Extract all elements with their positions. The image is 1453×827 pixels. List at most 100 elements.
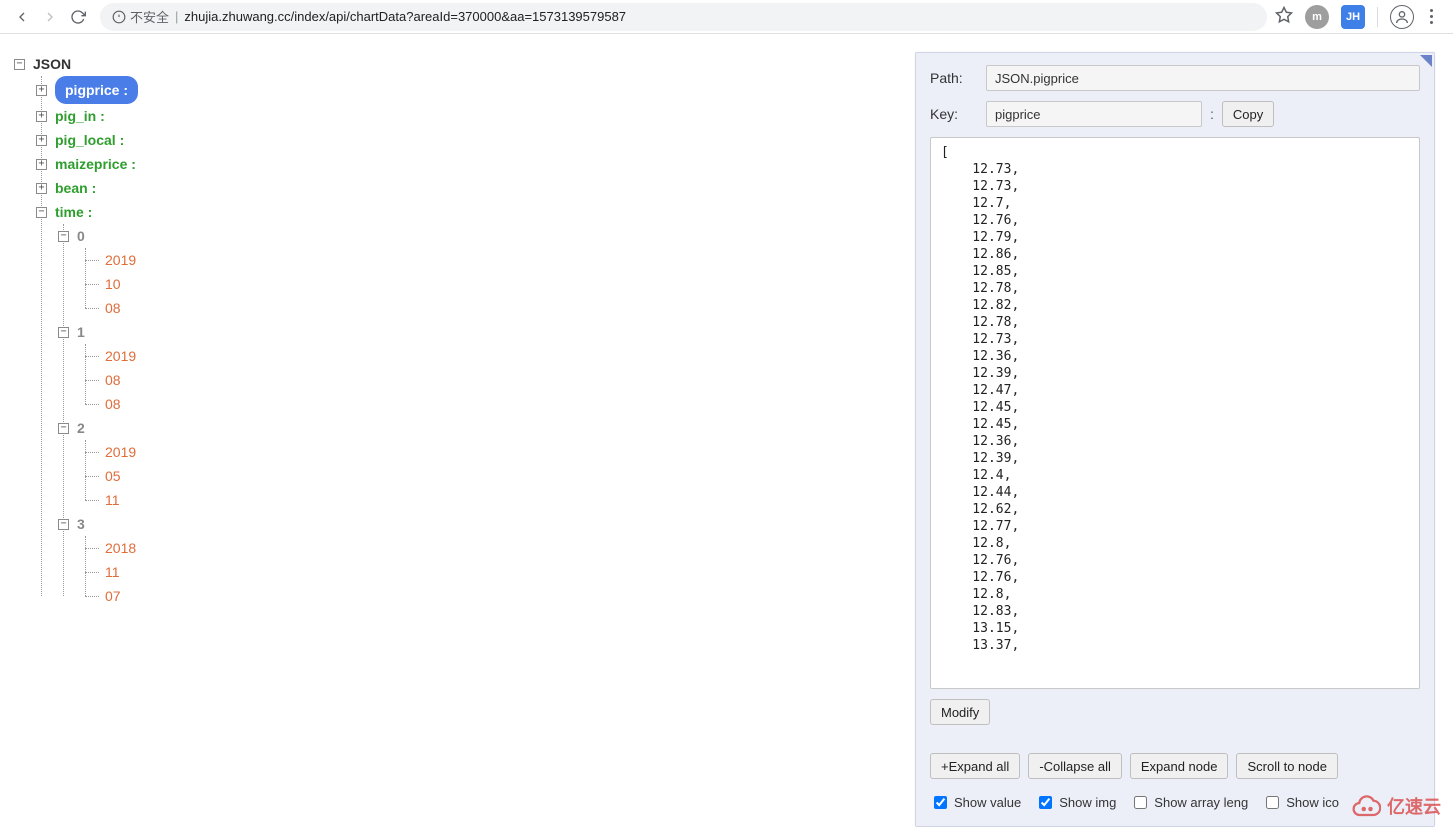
tree-leaf[interactable]: 2019: [80, 344, 901, 368]
tree-leaf[interactable]: 10: [80, 272, 901, 296]
show-array-len-checkbox[interactable]: Show array leng: [1130, 793, 1248, 812]
path-label: Path:: [930, 70, 986, 86]
nav-forward-button[interactable]: [36, 3, 64, 31]
tree-index: 3: [77, 512, 85, 536]
insecure-label: 不安全: [130, 7, 169, 26]
tree-key: maizeprice :: [55, 152, 136, 176]
copy-button[interactable]: Copy: [1222, 101, 1274, 127]
collapse-toggle-icon[interactable]: −: [58, 423, 69, 434]
tree-array-item[interactable]: −1: [58, 320, 901, 344]
tree-leaf[interactable]: 07: [80, 584, 901, 608]
collapse-toggle-icon[interactable]: −: [58, 231, 69, 242]
workspace: − JSON + pigprice : + pig_in : + pig_loc…: [0, 34, 1453, 827]
json-tree: − JSON + pigprice : + pig_in : + pig_loc…: [14, 52, 901, 608]
tree-value: 08: [105, 296, 121, 320]
tree-leaf[interactable]: 2019: [80, 440, 901, 464]
tree-leaf[interactable]: 2019: [80, 248, 901, 272]
url-text: zhujia.zhuwang.cc/index/api/chartData?ar…: [184, 9, 626, 24]
expand-node-button[interactable]: Expand node: [1130, 753, 1229, 779]
tree-connector-icon: [85, 476, 99, 477]
tree-connector-icon: [85, 452, 99, 453]
expand-toggle-icon[interactable]: +: [36, 183, 47, 194]
extension-jh-icon[interactable]: JH: [1341, 5, 1365, 29]
collapse-toggle-icon[interactable]: −: [58, 519, 69, 530]
collapse-all-button[interactable]: -Collapse all: [1028, 753, 1122, 779]
show-value-checkbox[interactable]: Show value: [930, 793, 1021, 812]
tree-connector-icon: [85, 404, 99, 405]
tree-connector-icon: [85, 596, 99, 597]
value-textarea[interactable]: [930, 137, 1420, 689]
nav-reload-button[interactable]: [64, 3, 92, 31]
watermark-text: 亿速云: [1387, 793, 1441, 819]
modify-button[interactable]: Modify: [930, 699, 990, 725]
tree-array-item[interactable]: −0: [58, 224, 901, 248]
tree-array-item[interactable]: −2: [58, 416, 901, 440]
tree-node-pig-local[interactable]: + pig_local :: [36, 128, 901, 152]
expand-toggle-icon[interactable]: +: [36, 135, 47, 146]
browser-toolbar: 不安全 | zhujia.zhuwang.cc/index/api/chartD…: [0, 0, 1453, 34]
collapse-toggle-icon[interactable]: −: [36, 207, 47, 218]
show-img-checkbox[interactable]: Show img: [1035, 793, 1116, 812]
tree-key: pig_in :: [55, 104, 105, 128]
tree-connector-icon: [85, 308, 99, 309]
inspector-panel: Path: Key: : Copy Modify +Expand all -Co…: [915, 52, 1435, 827]
tree-children: + pigprice : + pig_in : + pig_local : + …: [36, 76, 901, 608]
tree-leaf[interactable]: 08: [80, 368, 901, 392]
nav-back-button[interactable]: [8, 3, 36, 31]
tree-leaf[interactable]: 08: [80, 296, 901, 320]
show-ico-input[interactable]: [1266, 796, 1279, 809]
tree-array-item[interactable]: −3: [58, 512, 901, 536]
show-ico-checkbox[interactable]: Show ico: [1262, 793, 1339, 812]
tree-key: pig_local :: [55, 128, 124, 152]
collapse-toggle-icon[interactable]: −: [58, 327, 69, 338]
extension-m-icon[interactable]: m: [1305, 5, 1329, 29]
tree-node-pig-in[interactable]: + pig_in :: [36, 104, 901, 128]
tree-value: 2018: [105, 536, 136, 560]
expand-toggle-icon[interactable]: +: [36, 85, 47, 96]
tree-array-children: 20181107: [80, 536, 901, 608]
tree-action-group: +Expand all -Collapse all Expand node Sc…: [930, 753, 1420, 779]
toolbar-separator: [1377, 7, 1378, 27]
tree-node-bean[interactable]: + bean :: [36, 176, 901, 200]
toolbar-right: m JH: [1275, 5, 1445, 29]
tree-leaf[interactable]: 11: [80, 560, 901, 584]
show-img-input[interactable]: [1039, 796, 1052, 809]
tree-connector-icon: [85, 284, 99, 285]
tree-leaf[interactable]: 05: [80, 464, 901, 488]
expand-toggle-icon[interactable]: +: [36, 111, 47, 122]
key-label: Key:: [930, 106, 986, 122]
path-input[interactable]: [986, 65, 1420, 91]
tree-connector-icon: [85, 260, 99, 261]
tree-leaf[interactable]: 2018: [80, 536, 901, 560]
expand-toggle-icon[interactable]: +: [36, 159, 47, 170]
collapse-toggle-icon[interactable]: −: [14, 59, 25, 70]
panel-collapse-icon[interactable]: [1420, 55, 1432, 67]
tree-node-time[interactable]: − time :: [36, 200, 901, 224]
tree-node-maizeprice[interactable]: + maizeprice :: [36, 152, 901, 176]
tree-node-pigprice[interactable]: + pigprice :: [36, 76, 901, 104]
tree-leaf[interactable]: 11: [80, 488, 901, 512]
show-value-input[interactable]: [934, 796, 947, 809]
star-icon[interactable]: [1275, 6, 1293, 27]
show-array-len-input[interactable]: [1134, 796, 1147, 809]
tree-key: bean :: [55, 176, 96, 200]
key-input[interactable]: [986, 101, 1202, 127]
browser-menu-button[interactable]: [1426, 5, 1437, 28]
tree-array-children: 20190511: [80, 440, 901, 512]
tree-key-selected: pigprice :: [55, 76, 138, 104]
tree-connector-icon: [85, 500, 99, 501]
expand-all-button[interactable]: +Expand all: [930, 753, 1020, 779]
tree-root-row[interactable]: − JSON: [14, 52, 901, 76]
address-bar[interactable]: 不安全 | zhujia.zhuwang.cc/index/api/chartD…: [100, 3, 1267, 31]
tree-index: 2: [77, 416, 85, 440]
tree-leaf[interactable]: 08: [80, 392, 901, 416]
tree-value: 2019: [105, 248, 136, 272]
path-row: Path:: [930, 65, 1420, 91]
tree-value: 10: [105, 272, 121, 296]
scroll-to-node-button[interactable]: Scroll to node: [1236, 753, 1338, 779]
colon-label: :: [1210, 106, 1214, 122]
profile-avatar-icon[interactable]: [1390, 5, 1414, 29]
checkbox-row: Show value Show img Show array leng Show…: [930, 793, 1420, 812]
tree-connector-icon: [85, 572, 99, 573]
tree-value: 2019: [105, 344, 136, 368]
